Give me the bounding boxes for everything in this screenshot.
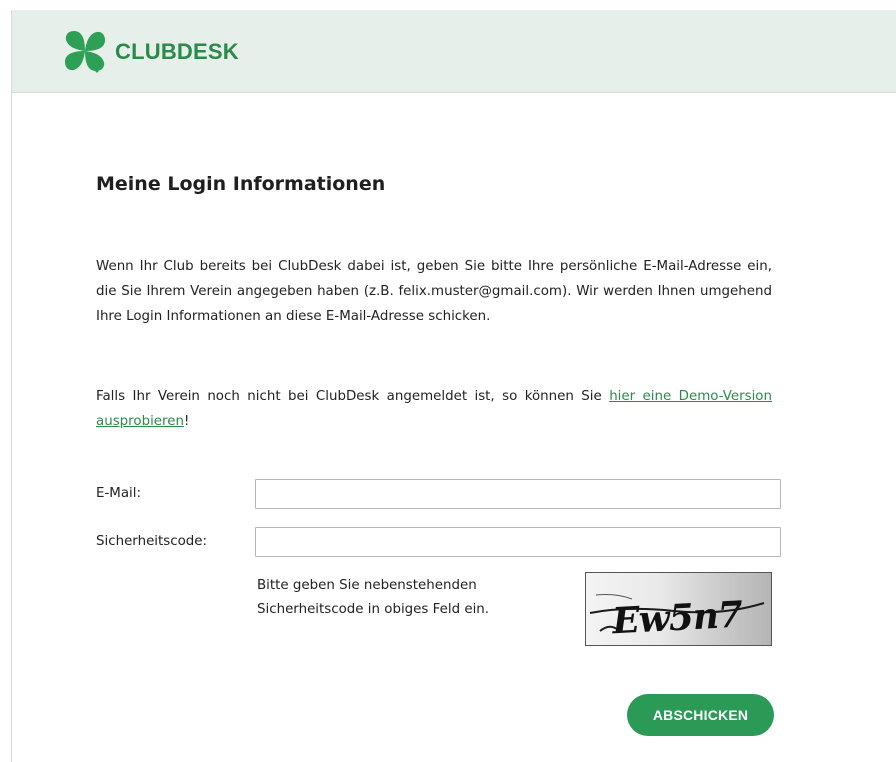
clubdesk-logo[interactable]: CLUBDESK bbox=[61, 27, 239, 77]
captcha-text: Ew5n7 bbox=[610, 594, 744, 643]
security-code-field[interactable] bbox=[255, 527, 781, 557]
captcha-hint: Bitte geben Sie nebenstehenden Sicherhei… bbox=[257, 578, 490, 617]
captcha-image: Ew5n7 bbox=[585, 572, 772, 646]
page-title: Meine Login Informationen bbox=[96, 173, 386, 195]
submit-button[interactable]: ABSCHICKEN bbox=[627, 694, 774, 736]
email-field[interactable] bbox=[255, 479, 781, 509]
captcha-graphic: Ew5n7 bbox=[589, 594, 765, 643]
page-frame: CLUBDESK Meine Login Informationen Wenn … bbox=[11, 10, 896, 762]
four-leaf-clover-icon bbox=[65, 31, 105, 73]
security-code-label: Sicherheitscode: bbox=[96, 534, 208, 549]
email-label: E-Mail: bbox=[96, 486, 142, 501]
demo-text: Falls Ihr Verein noch nicht bei ClubDesk… bbox=[96, 384, 772, 434]
brand-name: CLUBDESK bbox=[115, 39, 239, 64]
intro-text: Wenn Ihr Club bereits bei ClubDesk dabei… bbox=[96, 259, 772, 324]
demo-text-prefix: Falls Ihr Verein noch nicht bei ClubDesk… bbox=[96, 389, 610, 404]
header-bar: CLUBDESK bbox=[12, 10, 896, 93]
demo-text-suffix: ! bbox=[183, 414, 190, 429]
